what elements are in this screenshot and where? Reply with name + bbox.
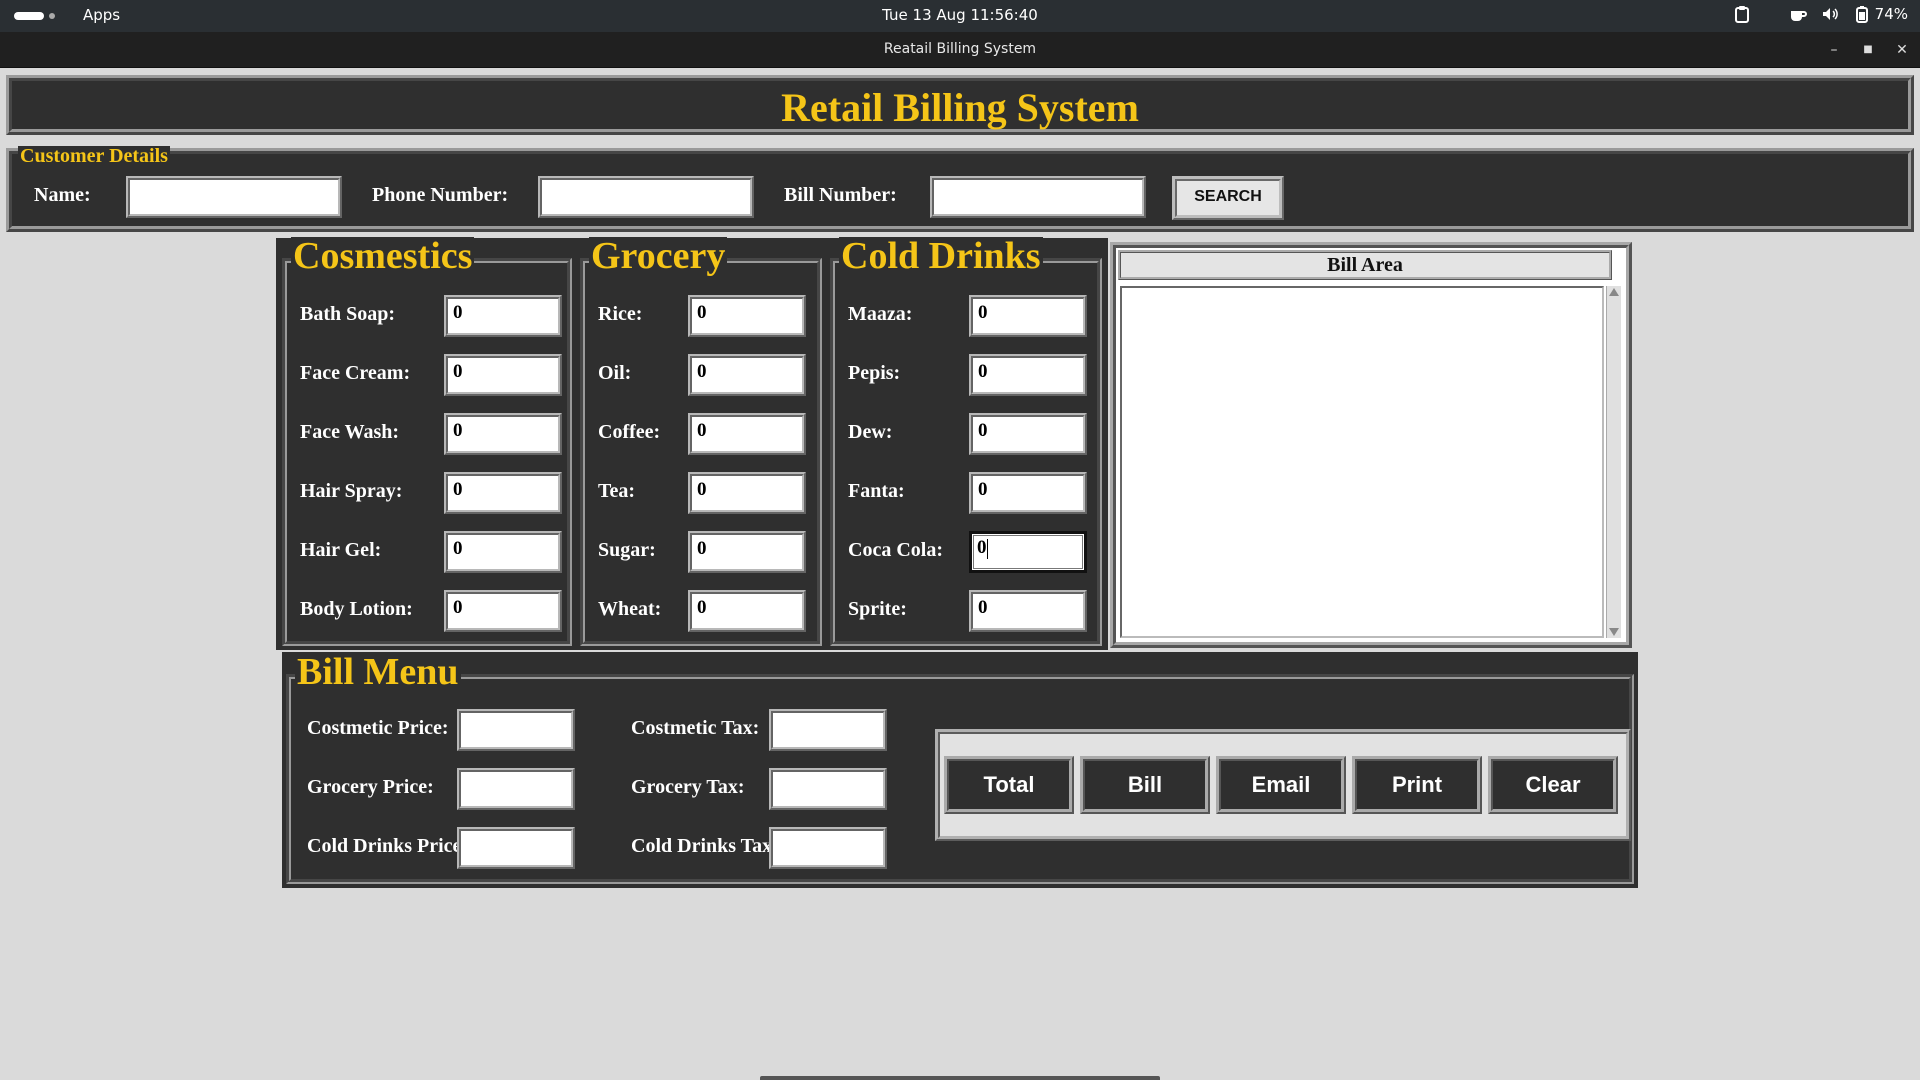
page-title: Retail Billing System [781, 85, 1139, 130]
clipboard-icon[interactable] [1733, 5, 1751, 23]
coffee-label: Coffee: [598, 421, 661, 443]
phone-input[interactable] [538, 176, 754, 218]
header-panel: Retail Billing System [6, 75, 1914, 135]
hair-spray-label: Hair Spray: [300, 480, 403, 502]
email-button[interactable]: Email [1216, 756, 1346, 814]
system-tray[interactable]: 74% [1733, 5, 1908, 23]
grocery-frame: Grocery Rice: 0 Oil: 0 Coffee: 0 Tea: 0 … [580, 237, 822, 646]
face-cream-label: Face Cream: [300, 362, 411, 384]
oil-label: Oil: [598, 362, 632, 384]
fanta-input[interactable]: 0 [969, 472, 1087, 514]
name-input[interactable] [126, 176, 342, 218]
window-title-bar: Reatail Billing System – ■ ✕ [0, 32, 1920, 68]
hair-spray-input[interactable]: 0 [444, 472, 562, 514]
sprite-input[interactable]: 0 [969, 590, 1087, 632]
maximize-icon[interactable]: ■ [1856, 38, 1880, 62]
cosmetics-legend: Cosmestics [291, 235, 475, 277]
scroll-down-arrow-icon[interactable] [1609, 628, 1619, 636]
coca-cola-input[interactable]: 0 [969, 531, 1087, 573]
bath-soap-input[interactable]: 0 [444, 295, 562, 337]
clock[interactable]: Tue 13 Aug 11:56:40 [0, 6, 1920, 24]
cold-drinks-tax-label: Cold Drinks Tax: [631, 835, 779, 857]
maaza-input[interactable]: 0 [969, 295, 1087, 337]
maaza-label: Maaza: [848, 303, 913, 325]
clear-button[interactable]: Clear [1488, 756, 1618, 814]
phone-label: Phone Number: [372, 184, 509, 206]
cosmetic-price-input[interactable] [457, 709, 575, 751]
grocery-tax-input[interactable] [769, 768, 887, 810]
oil-input[interactable]: 0 [688, 354, 806, 396]
face-wash-label: Face Wash: [300, 421, 400, 443]
bill-area-title: Bill Area [1118, 250, 1612, 280]
customer-details-panel: Customer Details Name: Phone Number: Bil… [6, 145, 1914, 232]
bill-area-panel: Bill Area [1110, 242, 1632, 648]
coca-cola-value: 0 [977, 537, 987, 558]
volume-icon[interactable] [1821, 5, 1839, 23]
cosmetic-price-label: Costmetic Price: [307, 717, 449, 739]
bill-text-area[interactable] [1120, 286, 1604, 638]
dock-handle[interactable] [760, 1076, 1160, 1080]
text-caret [986, 538, 988, 559]
minimize-icon[interactable]: – [1822, 38, 1846, 62]
sugar-input[interactable]: 0 [688, 531, 806, 573]
cold-drinks-legend: Cold Drinks [839, 235, 1043, 277]
pepsi-label: Pepis: [848, 362, 901, 384]
cold-drinks-price-input[interactable] [457, 827, 575, 869]
bill-menu-frame: Bill Menu Costmetic Price: Grocery Price… [286, 653, 1634, 884]
coffee-input[interactable]: 0 [688, 413, 806, 455]
battery-icon[interactable] [1853, 5, 1871, 23]
cold-drinks-tax-input[interactable] [769, 827, 887, 869]
grocery-tax-label: Grocery Tax: [631, 776, 745, 798]
body-lotion-input[interactable]: 0 [444, 590, 562, 632]
coffee-icon[interactable] [1789, 5, 1807, 23]
window-title: Reatail Billing System [883, 41, 1037, 57]
bill-menu-legend: Bill Menu [295, 651, 461, 693]
bill-scrollbar[interactable] [1606, 286, 1621, 638]
wheat-label: Wheat: [598, 598, 662, 620]
face-cream-input[interactable]: 0 [444, 354, 562, 396]
hair-gel-label: Hair Gel: [300, 539, 382, 561]
sprite-label: Sprite: [848, 598, 907, 620]
body-lotion-label: Body Lotion: [300, 598, 413, 620]
grocery-legend: Grocery [589, 235, 728, 277]
coca-cola-label: Coca Cola: [848, 539, 943, 561]
bath-soap-label: Bath Soap: [300, 303, 396, 325]
name-label: Name: [34, 184, 91, 206]
close-icon[interactable]: ✕ [1890, 38, 1914, 62]
cosmetics-frame: Cosmestics Bath Soap: 0 Face Cream: 0 Fa… [282, 237, 572, 646]
cold-drinks-price-label: Cold Drinks Price: [307, 835, 469, 857]
pepsi-input[interactable]: 0 [969, 354, 1087, 396]
tea-label: Tea: [598, 480, 636, 502]
face-wash-input[interactable]: 0 [444, 413, 562, 455]
products-panel: Cosmestics Bath Soap: 0 Face Cream: 0 Fa… [276, 237, 1108, 650]
scroll-up-arrow-icon[interactable] [1609, 288, 1619, 296]
grocery-price-input[interactable] [457, 768, 575, 810]
rice-label: Rice: [598, 303, 643, 325]
sugar-label: Sugar: [598, 539, 656, 561]
search-button[interactable]: SEARCH [1172, 176, 1284, 220]
battery-percent: 74% [1874, 5, 1908, 23]
print-button[interactable]: Print [1352, 756, 1482, 814]
cosmetic-tax-label: Costmetic Tax: [631, 717, 760, 739]
bill-number-label: Bill Number: [784, 184, 897, 206]
total-button[interactable]: Total [944, 756, 1074, 814]
dew-label: Dew: [848, 421, 893, 443]
dew-input[interactable]: 0 [969, 413, 1087, 455]
fanta-label: Fanta: [848, 480, 905, 502]
wheat-input[interactable]: 0 [688, 590, 806, 632]
bill-menu-panel: Bill Menu Costmetic Price: Grocery Price… [282, 652, 1638, 888]
hair-gel-input[interactable]: 0 [444, 531, 562, 573]
cosmetic-tax-input[interactable] [769, 709, 887, 751]
customer-details-legend: Customer Details [18, 145, 170, 167]
bill-actions-box: Total Bill Email Print Clear [935, 729, 1631, 841]
bill-number-input[interactable] [930, 176, 1146, 218]
grocery-price-label: Grocery Price: [307, 776, 434, 798]
tea-input[interactable]: 0 [688, 472, 806, 514]
system-top-bar: Apps Tue 13 Aug 11:56:40 74% [0, 0, 1920, 32]
bill-button[interactable]: Bill [1080, 756, 1210, 814]
rice-input[interactable]: 0 [688, 295, 806, 337]
cold-drinks-frame: Cold Drinks Maaza: 0 Pepis: 0 Dew: 0 Fan… [830, 237, 1102, 646]
